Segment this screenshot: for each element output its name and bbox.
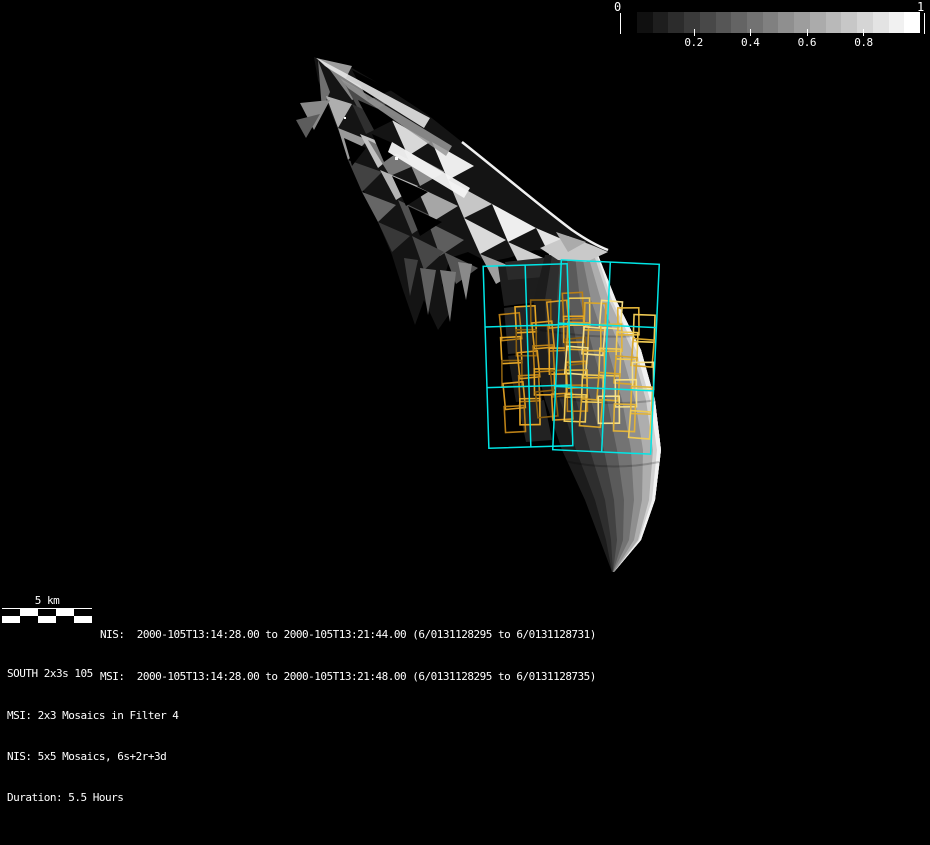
colorbar: 0 1 0.2 0.4 0.6 0.8 [610,0,930,54]
scale-checker-cell [38,609,56,616]
scale-checker-cell [74,609,92,616]
colorbar-tick-mark [863,29,865,36]
colorbar-tick-label: 0.4 [741,36,760,49]
visualization-canvas: 0 1 0.2 0.4 0.6 0.8 5 km NIS: 2000-105T1… [0,0,930,845]
scale-label: 5 km [34,594,60,607]
colorbar-tick-label: 0.8 [854,36,873,49]
scale-checker-cell [20,616,38,623]
msi-mosaic-info: MSI: 2x3 Mosaics in Filter 4 [7,708,179,722]
scale-checker-cell [2,609,20,616]
duration-info: Duration: 5.5 Hours [7,790,124,804]
scale-checker-cell [2,616,20,623]
sequence-title: SOUTH 2x3s 105 [7,667,93,681]
colorbar-gradient [637,12,920,33]
colorbar-tick-mark [750,29,752,36]
scale-checkerboard [2,608,92,623]
colorbar-tick-label: 0.6 [797,36,817,49]
scale-bar: 5 km [2,595,92,623]
scale-checker-cell [74,616,92,623]
colorbar-tick-label: 0.2 [684,36,703,49]
colorbar-one-tickline [924,13,925,34]
nis-mosaic-info: NIS: 5x5 Mosaics, 6s+2r+3d [7,749,167,763]
colorbar-tick-mark [693,29,695,36]
scale-checker-cell [56,609,74,616]
sequence-info: SOUTH 2x3s 105 MSI: 2x3 Mosaics in Filte… [7,640,179,832]
colorbar-tick-mark [806,29,808,36]
scale-checker-cell [38,616,56,623]
colorbar-zero-tickline [620,13,621,34]
scale-checker-cell [56,616,74,623]
scale-checker-cell [20,609,38,616]
colorbar-min-label: 0 [614,0,622,14]
